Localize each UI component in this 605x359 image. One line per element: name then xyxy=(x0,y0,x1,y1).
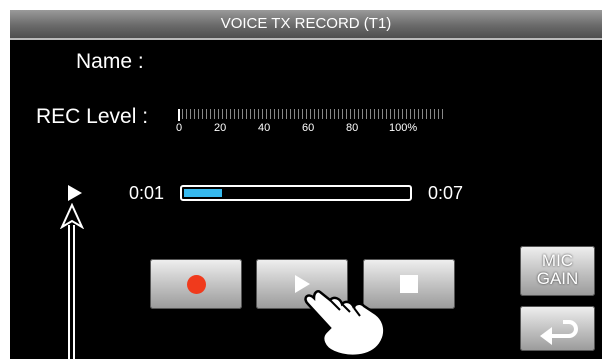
record-icon xyxy=(187,275,206,294)
scale-60: 60 xyxy=(302,122,315,134)
scale-20: 20 xyxy=(214,122,227,134)
scale-80: 80 xyxy=(346,122,359,134)
stop-icon xyxy=(400,275,418,293)
meter-ticks xyxy=(178,109,446,119)
arrow-shaft xyxy=(68,225,75,359)
scale-100: 100% xyxy=(389,122,418,134)
return-button[interactable] xyxy=(520,306,595,351)
elapsed-time: 0:01 xyxy=(129,183,165,203)
title-bar: VOICE TX RECORD (T1) xyxy=(10,10,602,40)
radio-screen: VOICE TX RECORD (T1) Name : REC Level : … xyxy=(10,10,602,359)
page-title: VOICE TX RECORD (T1) xyxy=(220,15,392,32)
scale-0: 0 xyxy=(176,122,183,134)
progress-fill xyxy=(184,189,223,197)
mic-gain-label-line2: GAIN xyxy=(536,269,579,288)
hand-pointer-icon xyxy=(304,290,386,358)
mic-gain-label-line1: MIC xyxy=(541,251,574,270)
playback-progress-bar xyxy=(180,185,412,201)
return-icon xyxy=(540,320,578,345)
mic-gain-button[interactable]: MIC GAIN xyxy=(520,246,595,296)
scale-40: 40 xyxy=(258,122,271,134)
rec-level-label: REC Level : xyxy=(36,105,149,128)
record-button[interactable] xyxy=(150,259,242,309)
name-label: Name : xyxy=(76,50,144,73)
total-time: 0:07 xyxy=(428,183,464,203)
rec-level-meter xyxy=(178,109,446,121)
play-indicator-icon xyxy=(68,185,82,201)
meter-zero-mark xyxy=(178,109,180,121)
